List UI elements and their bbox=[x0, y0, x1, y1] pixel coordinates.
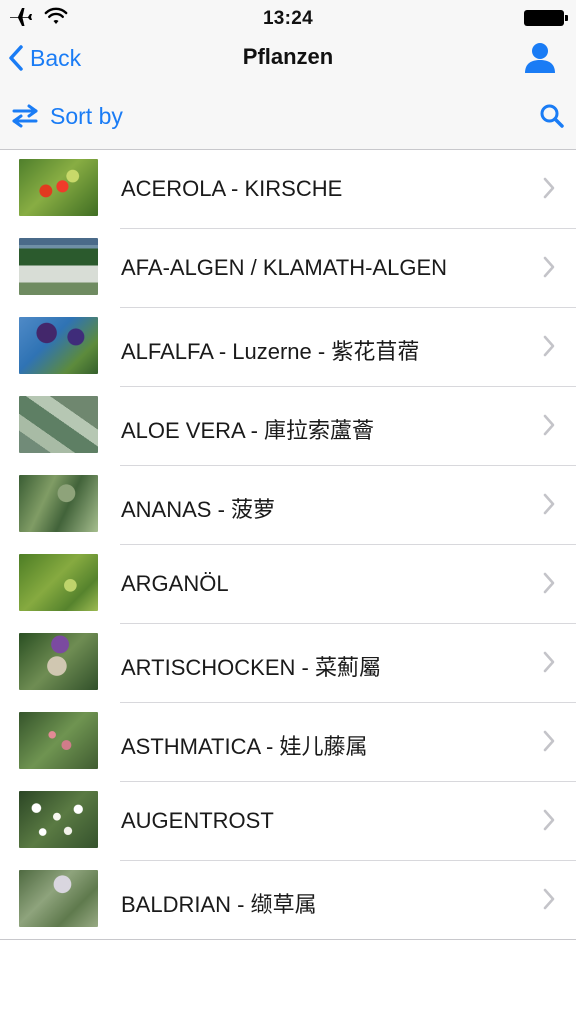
list-item[interactable]: ANANAS - 菠萝 bbox=[0, 466, 576, 545]
sort-by-button[interactable]: Sort by bbox=[10, 100, 123, 132]
plant-name: ARTISCHOCKEN - 菜薊屬 bbox=[121, 655, 381, 680]
chevron-right-icon bbox=[543, 177, 555, 199]
list-item[interactable]: ALFALFA - Luzerne - 紫花苜蓿 bbox=[0, 308, 576, 387]
plant-name: ANANAS - 菠萝 bbox=[121, 497, 276, 522]
chevron-right-icon bbox=[543, 651, 555, 673]
plant-thumbnail bbox=[19, 554, 98, 611]
plant-thumbnail bbox=[19, 317, 98, 374]
status-bar: 13:24 bbox=[0, 0, 576, 36]
plant-list: ACEROLA - KIRSCHE AFA-ALGEN / KLAMATH-AL… bbox=[0, 150, 576, 940]
chevron-right-icon bbox=[543, 335, 555, 357]
plant-name: ACEROLA - KIRSCHE bbox=[121, 176, 343, 201]
chevron-right-icon bbox=[543, 888, 555, 910]
search-icon bbox=[540, 104, 564, 128]
list-item[interactable]: BALDRIAN - 缬草属 bbox=[0, 861, 576, 940]
plant-thumbnail bbox=[19, 791, 98, 848]
chevron-right-icon bbox=[543, 809, 555, 831]
plant-thumbnail bbox=[19, 475, 98, 532]
swap-arrows-icon bbox=[12, 104, 38, 128]
user-profile-button[interactable] bbox=[522, 40, 558, 76]
plant-name: AFA-ALGEN / KLAMATH-ALGEN bbox=[121, 255, 448, 280]
list-item[interactable]: ASTHMATICA - 娃儿藤属 bbox=[0, 703, 576, 782]
navigation-bar: Back Pflanzen bbox=[0, 36, 576, 80]
list-item[interactable]: ACEROLA - KIRSCHE bbox=[0, 150, 576, 229]
plant-name: ARGANÖL bbox=[121, 571, 229, 596]
chevron-right-icon bbox=[543, 414, 555, 436]
sort-toolbar: Sort by bbox=[0, 80, 576, 150]
chevron-right-icon bbox=[543, 572, 555, 594]
plant-thumbnail bbox=[19, 712, 98, 769]
plant-thumbnail bbox=[19, 396, 98, 453]
chevron-right-icon bbox=[543, 256, 555, 278]
plant-thumbnail bbox=[19, 870, 98, 927]
search-button[interactable] bbox=[536, 100, 568, 132]
list-item[interactable]: ALOE VERA - 庫拉索蘆薈 bbox=[0, 387, 576, 466]
empty-area bbox=[0, 940, 576, 1024]
plant-name: BALDRIAN - 缬草属 bbox=[121, 892, 317, 917]
list-item[interactable]: AUGENTROST bbox=[0, 782, 576, 861]
chevron-right-icon bbox=[543, 730, 555, 752]
sort-by-label: Sort by bbox=[50, 102, 123, 129]
plant-name: ASTHMATICA - 娃儿藤属 bbox=[121, 734, 368, 759]
plant-thumbnail bbox=[19, 633, 98, 690]
plant-name: AUGENTROST bbox=[121, 808, 274, 833]
status-time: 13:24 bbox=[262, 8, 314, 29]
plant-name: ALFALFA - Luzerne - 紫花苜蓿 bbox=[121, 339, 420, 364]
list-item[interactable]: ARTISCHOCKEN - 菜薊屬 bbox=[0, 624, 576, 703]
chevron-right-icon bbox=[543, 493, 555, 515]
plant-thumbnail bbox=[19, 238, 98, 295]
user-icon bbox=[525, 43, 555, 73]
page-title: Pflanzen bbox=[242, 44, 334, 69]
battery-icon bbox=[524, 10, 568, 26]
list-item[interactable]: ARGANÖL bbox=[0, 545, 576, 624]
plant-thumbnail bbox=[19, 159, 98, 216]
list-item[interactable]: AFA-ALGEN / KLAMATH-ALGEN bbox=[0, 229, 576, 308]
plant-name: ALOE VERA - 庫拉索蘆薈 bbox=[121, 418, 375, 443]
